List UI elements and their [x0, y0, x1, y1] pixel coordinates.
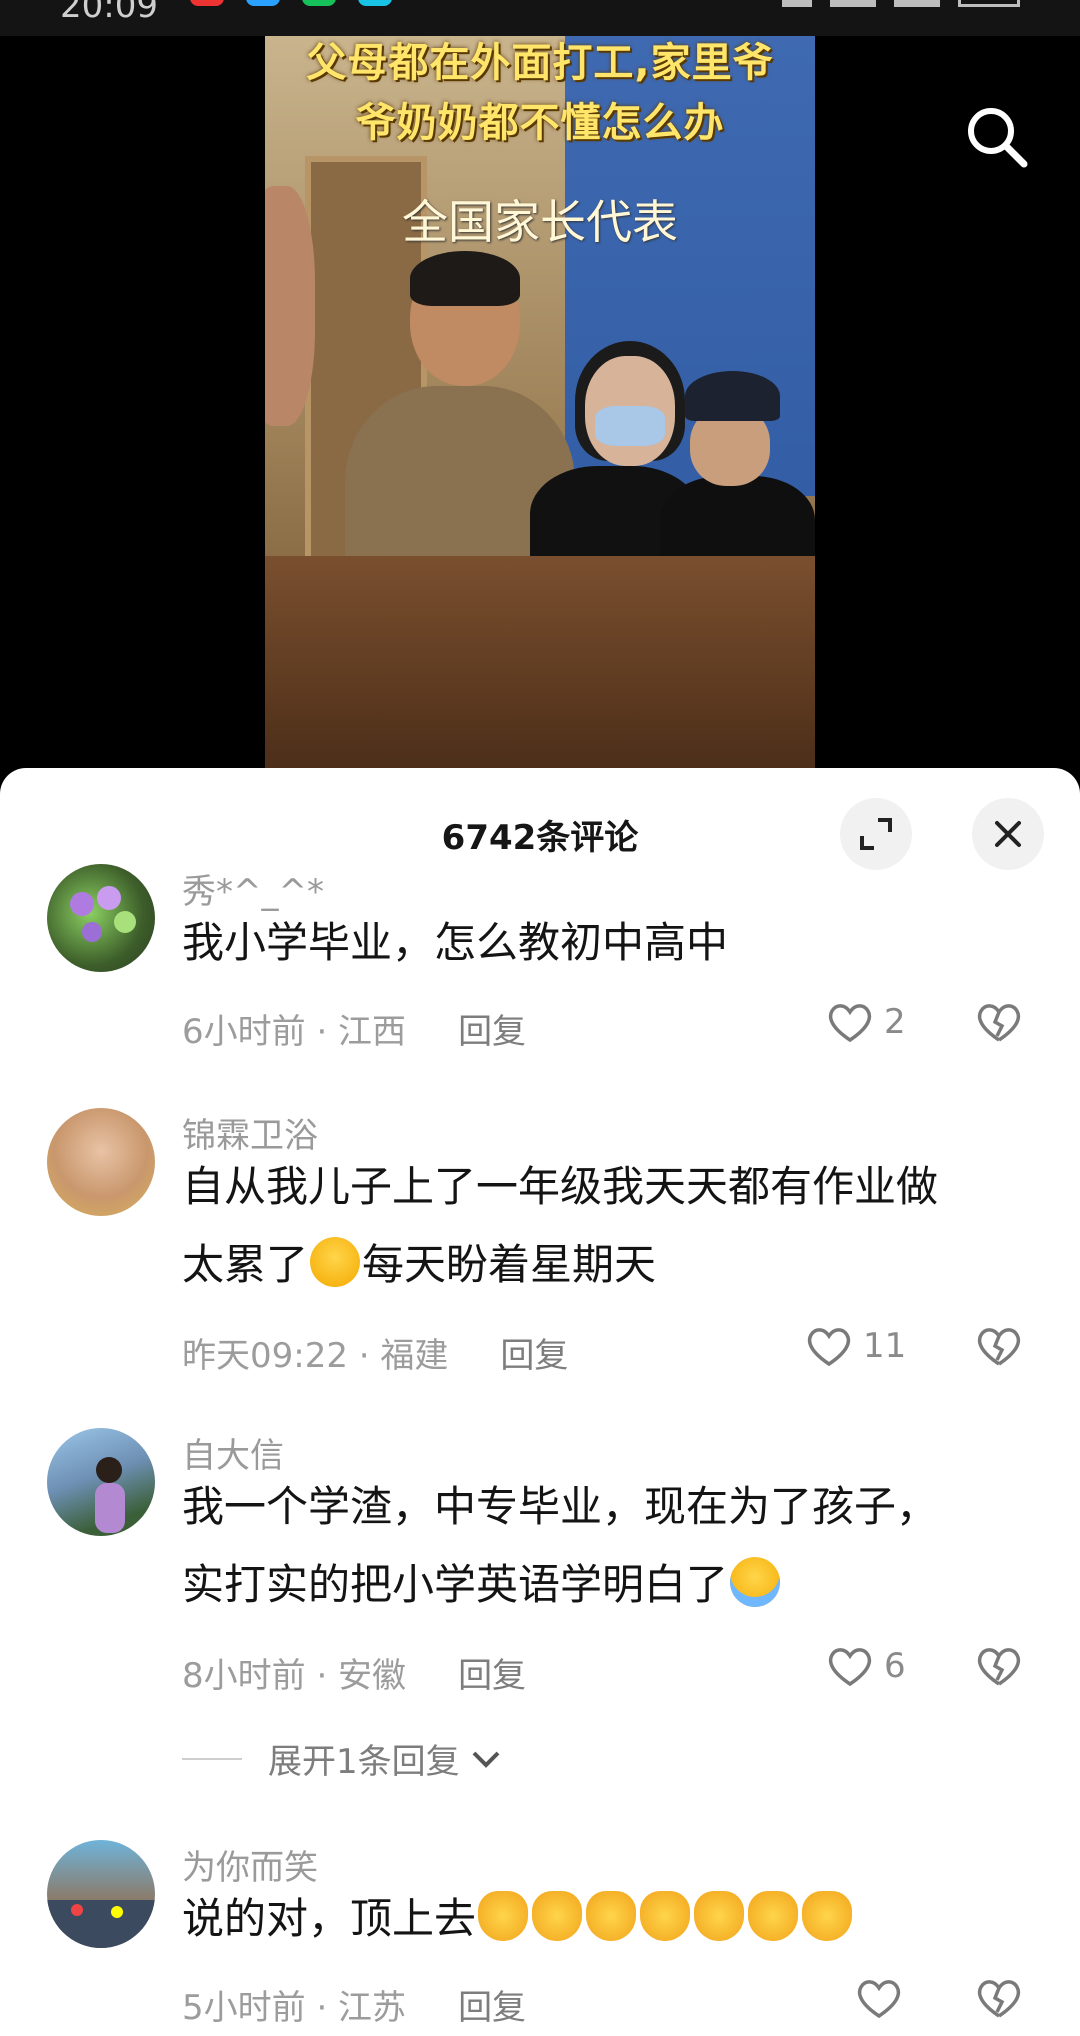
broken-heart-icon [977, 1648, 1021, 1686]
close-button[interactable] [972, 798, 1044, 870]
video-caption-subtitle: 全国家长代表 [402, 195, 678, 249]
like-button[interactable]: 2 [826, 1000, 906, 1044]
broken-heart-icon [977, 1980, 1021, 2018]
baseball-cap [685, 371, 780, 421]
search-icon [968, 108, 1028, 168]
like-button[interactable]: 11 [805, 1324, 906, 1368]
avatar[interactable] [47, 1840, 155, 1948]
dislike-button[interactable] [975, 1976, 1023, 2024]
comment-text-line: 实打实的把小学英语学明白了 [182, 1546, 1002, 1624]
app-notification-icon [302, 0, 336, 6]
app-notification-icon [358, 0, 392, 6]
search-button[interactable] [960, 100, 1032, 172]
expand-button[interactable] [840, 798, 912, 870]
dislike-button[interactable] [975, 1000, 1023, 1048]
video-caption-line2: 爷奶奶都不懂怎么办 [355, 100, 725, 146]
clapping-hands-emoji [748, 1891, 799, 1941]
avatar[interactable] [47, 1108, 155, 1216]
divider-dash [182, 1757, 242, 1760]
comment-text: 自从我儿子上了一年级我天天都有作业做 太累了 每天盼着星期天 [182, 1148, 1002, 1304]
heart-icon [807, 1328, 851, 1367]
clapping-hands-emoji [586, 1891, 637, 1941]
comment-text-part: 实打实的把小学英语学明白了 [182, 1560, 729, 1609]
signal-icon [894, 0, 940, 7]
notification-icons [190, 0, 392, 6]
comment-text-part: 太累了 [182, 1240, 309, 1289]
app-notification-icon [190, 0, 224, 6]
like-count: 11 [863, 1326, 907, 1366]
app-notification-icon [246, 0, 280, 6]
clapping-hands-emoji [640, 1891, 691, 1941]
status-bar: 20:09 [0, 0, 1080, 36]
clapping-hands-emoji [532, 1891, 583, 1941]
comment-meta: 8小时前 · 安徽 回复 [182, 1648, 526, 1697]
close-icon [995, 821, 1021, 847]
heart-icon [828, 1648, 872, 1687]
expand-replies-button[interactable]: 展开1条回复 [182, 1734, 504, 1783]
comment-text-line: 太累了 每天盼着星期天 [182, 1226, 1002, 1304]
like-button[interactable]: 6 [826, 1644, 906, 1688]
comments-count-title: 6742条评论 [441, 818, 639, 858]
comment-text: 我一个学渣，中专毕业，现在为了孩子， 实打实的把小学英语学明白了 [182, 1468, 1002, 1624]
expand-icon [860, 818, 892, 850]
reply-button[interactable]: 回复 [458, 1648, 526, 1697]
avatar-image [95, 1457, 125, 1533]
avatar-image [47, 1900, 155, 1948]
crying-face-emoji [730, 1557, 781, 1607]
comment-text-part: 每天盼着星期天 [362, 1240, 657, 1289]
comment-meta: 6小时前 · 江西 回复 [182, 1004, 526, 1053]
dislike-button[interactable] [975, 1324, 1023, 1372]
comment-time-location: 昨天09:22 · 福建 [182, 1336, 449, 1376]
broken-heart-icon [977, 1004, 1021, 1042]
reply-button[interactable]: 回复 [500, 1328, 568, 1377]
comment-text-line: 我一个学渣，中专毕业，现在为了孩子， [182, 1482, 939, 1531]
comment-text-line: 自从我儿子上了一年级我天天都有作业做 [182, 1162, 939, 1211]
broken-heart-icon [977, 1328, 1021, 1366]
clapping-hands-emoji [478, 1891, 529, 1941]
comment-text: 我小学毕业，怎么教初中高中 [182, 918, 729, 967]
comment-meta: 5小时前 · 江苏 回复 [182, 1980, 526, 2029]
like-button[interactable] [855, 1976, 913, 2020]
comments-sheet[interactable]: 6742条评论 秀*^_^* 我小学毕业，怎么教初中高中 6小时前 · 江西 回… [0, 768, 1080, 2036]
comment-text: 说的对，顶上去 [182, 1880, 1002, 1958]
chevron-down-icon [472, 1751, 500, 1768]
person-speaker-hair [410, 251, 520, 306]
reply-button[interactable]: 回复 [458, 1980, 526, 2029]
conference-table [265, 556, 815, 776]
comment-text-part: 说的对，顶上去 [182, 1894, 477, 1943]
heart-icon [857, 1980, 901, 2019]
dislike-button[interactable] [975, 1644, 1023, 1692]
comment-time-location: 6小时前 · 江西 [182, 1012, 407, 1052]
avatar[interactable] [47, 864, 155, 972]
expand-replies-label: 展开1条回复 [268, 1742, 460, 1782]
clapping-hands-emoji [694, 1891, 745, 1941]
face-mask [595, 406, 665, 446]
avatar-image [70, 886, 136, 942]
video-player[interactable]: 父母都在外面打工,家里爷 爷奶奶都不懂怎么办 全国家长代表 [0, 36, 1080, 776]
signal-icon [830, 0, 876, 7]
comment-time-location: 5小时前 · 江苏 [182, 1988, 407, 2028]
system-status-icons [782, 0, 1020, 7]
heart-icon [828, 1004, 872, 1043]
like-count: 6 [884, 1646, 906, 1686]
reply-button[interactable]: 回复 [458, 1004, 526, 1053]
avatar[interactable] [47, 1428, 155, 1536]
video-caption-line1: 父母都在外面打工,家里爷 [306, 40, 774, 86]
wifi-icon [782, 0, 812, 7]
clapping-hands-emoji [802, 1891, 853, 1941]
video-frame[interactable]: 父母都在外面打工,家里爷 爷奶奶都不懂怎么办 全国家长代表 [265, 36, 815, 776]
battery-icon [958, 0, 1020, 7]
status-time: 20:09 [60, 0, 158, 26]
comment-time-location: 8小时前 · 安徽 [182, 1656, 407, 1696]
like-count: 2 [884, 1002, 906, 1042]
comment-meta: 昨天09:22 · 福建 回复 [182, 1328, 568, 1377]
tired-face-emoji [310, 1237, 361, 1287]
